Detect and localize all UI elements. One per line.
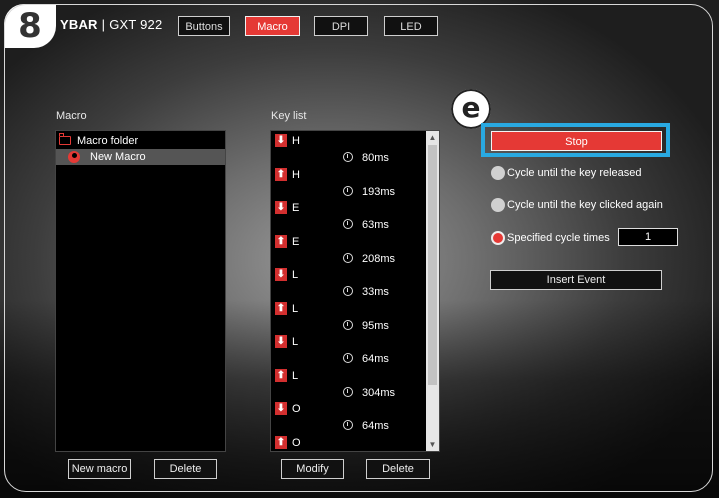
key-name: L bbox=[292, 336, 299, 348]
scroll-down-icon[interactable]: ▼ bbox=[426, 438, 439, 451]
key-down-arrow-icon: ⬇ bbox=[275, 335, 287, 348]
delay-row[interactable]: 33ms bbox=[271, 284, 421, 300]
brand-name: YBAR bbox=[60, 17, 98, 32]
key-event-row[interactable]: ⬇ L bbox=[271, 267, 421, 283]
tab-macro[interactable]: Macro bbox=[245, 16, 300, 36]
model-name: GXT 922 bbox=[109, 17, 163, 32]
delay-row[interactable]: 193ms bbox=[271, 184, 421, 200]
timer-icon bbox=[343, 219, 353, 229]
timer-icon bbox=[343, 420, 353, 430]
key-event-row[interactable]: ⬇ E bbox=[271, 200, 421, 216]
keylist-panel-title: Key list bbox=[271, 110, 307, 122]
delay-value: 193ms bbox=[362, 185, 396, 198]
key-event-row[interactable]: ⬆ L bbox=[271, 301, 421, 317]
delay-row[interactable]: 95ms bbox=[271, 318, 421, 334]
scroll-up-icon[interactable]: ▲ bbox=[426, 131, 439, 144]
key-down-arrow-icon: ⬇ bbox=[275, 134, 287, 147]
delay-value: 95ms bbox=[362, 319, 389, 332]
timer-icon bbox=[343, 252, 353, 263]
key-event-row[interactable]: ⬆ E bbox=[271, 234, 421, 250]
delay-row[interactable]: 80ms bbox=[271, 150, 421, 166]
delay-row[interactable]: 64ms bbox=[271, 351, 421, 367]
tab-buttons[interactable]: Buttons bbox=[178, 16, 230, 36]
top-bar: 8 YBAR | GXT 922 Buttons Macro DPI LED bbox=[4, 4, 713, 48]
timer-icon bbox=[343, 286, 353, 296]
key-up-arrow-icon: ⬆ bbox=[275, 368, 287, 382]
delay-row[interactable]: 63ms bbox=[271, 217, 421, 233]
macro-item-new-macro[interactable]: New Macro bbox=[56, 149, 225, 165]
macro-tree: Macro folder New Macro bbox=[55, 130, 226, 452]
tab-dpi[interactable]: DPI bbox=[314, 16, 368, 36]
delay-value: 64ms bbox=[362, 420, 389, 432]
stop-button[interactable]: Stop bbox=[491, 131, 662, 151]
brand-title: YBAR | GXT 922 bbox=[60, 17, 162, 32]
key-name: E bbox=[292, 235, 300, 248]
key-name: L bbox=[292, 269, 299, 281]
brand-separator: | bbox=[101, 17, 106, 32]
delete-key-button[interactable]: Delete bbox=[366, 459, 430, 479]
key-down-arrow-icon: ⬇ bbox=[275, 268, 287, 281]
radio-selected-icon[interactable] bbox=[491, 231, 505, 245]
app-window: 8 YBAR | GXT 922 Buttons Macro DPI LED Mac… bbox=[0, 0, 719, 498]
delay-value: 208ms bbox=[362, 252, 396, 265]
key-list: ▲ ▼ ⬇ H 80ms ⬆ H 193ms ⬇ E 63ms ⬆ E 208ms ⬇ L 33ms ⬆ L 95… bbox=[270, 130, 440, 452]
key-event-row[interactable]: ⬇ O bbox=[271, 401, 421, 417]
radio-cycle-released-label: Cycle until the key released bbox=[507, 167, 642, 179]
keylist-scrollbar[interactable]: ▲ ▼ bbox=[426, 131, 439, 451]
cycle-times-input[interactable]: 1 bbox=[618, 228, 678, 246]
key-name: O bbox=[292, 403, 301, 415]
delay-value: 63ms bbox=[362, 219, 389, 231]
key-up-arrow-icon: ⬆ bbox=[275, 234, 287, 248]
macro-icon bbox=[68, 151, 80, 163]
delay-value: 80ms bbox=[362, 152, 389, 164]
timer-icon bbox=[343, 319, 353, 330]
delay-value: 64ms bbox=[362, 353, 389, 365]
radio-specified-times-label: Specified cycle times bbox=[507, 232, 610, 244]
key-up-arrow-icon: ⬆ bbox=[275, 301, 287, 315]
radio-cycle-clicked-label: Cycle until the key clicked again bbox=[507, 199, 663, 211]
macro-folder-row[interactable]: Macro folder bbox=[56, 133, 225, 149]
key-up-arrow-icon: ⬆ bbox=[275, 167, 287, 181]
radio-icon[interactable] bbox=[491, 198, 505, 212]
key-name: E bbox=[292, 202, 300, 214]
macro-folder-label: Macro folder bbox=[77, 135, 139, 147]
radio-icon[interactable] bbox=[491, 166, 505, 180]
timer-icon bbox=[343, 386, 353, 397]
timer-icon bbox=[343, 152, 353, 162]
delay-value: 33ms bbox=[362, 286, 389, 298]
new-macro-button[interactable]: New macro bbox=[68, 459, 131, 479]
key-down-arrow-icon: ⬇ bbox=[275, 402, 287, 415]
key-name: L bbox=[292, 302, 299, 315]
key-event-row[interactable]: ⬆ L bbox=[271, 368, 421, 384]
timer-icon bbox=[343, 353, 353, 363]
key-event-row[interactable]: ⬆ O bbox=[271, 435, 421, 451]
delete-macro-button[interactable]: Delete bbox=[154, 459, 217, 479]
delay-row[interactable]: 208ms bbox=[271, 251, 421, 267]
key-name: L bbox=[292, 369, 299, 382]
macro-panel-title: Macro bbox=[56, 110, 87, 122]
delay-row[interactable]: 304ms bbox=[271, 385, 421, 401]
folder-icon bbox=[59, 133, 71, 145]
key-event-row[interactable]: ⬆ H bbox=[271, 167, 421, 183]
key-name: O bbox=[292, 436, 301, 449]
modify-button[interactable]: Modify bbox=[281, 459, 344, 479]
scrollbar-thumb[interactable] bbox=[428, 145, 437, 385]
key-event-row[interactable]: ⬇ H bbox=[271, 133, 421, 149]
key-up-arrow-icon: ⬆ bbox=[275, 435, 287, 449]
delay-row[interactable]: 64ms bbox=[271, 418, 421, 434]
step-number-badge: 8 bbox=[4, 4, 56, 48]
key-name: H bbox=[292, 135, 300, 147]
tab-led[interactable]: LED bbox=[384, 16, 438, 36]
key-event-row[interactable]: ⬇ L bbox=[271, 334, 421, 350]
key-name: H bbox=[292, 168, 300, 181]
insert-event-button[interactable]: Insert Event bbox=[490, 270, 662, 290]
timer-icon bbox=[343, 185, 353, 196]
delay-value: 304ms bbox=[362, 386, 396, 399]
macro-item-label: New Macro bbox=[90, 151, 146, 163]
key-down-arrow-icon: ⬇ bbox=[275, 201, 287, 214]
